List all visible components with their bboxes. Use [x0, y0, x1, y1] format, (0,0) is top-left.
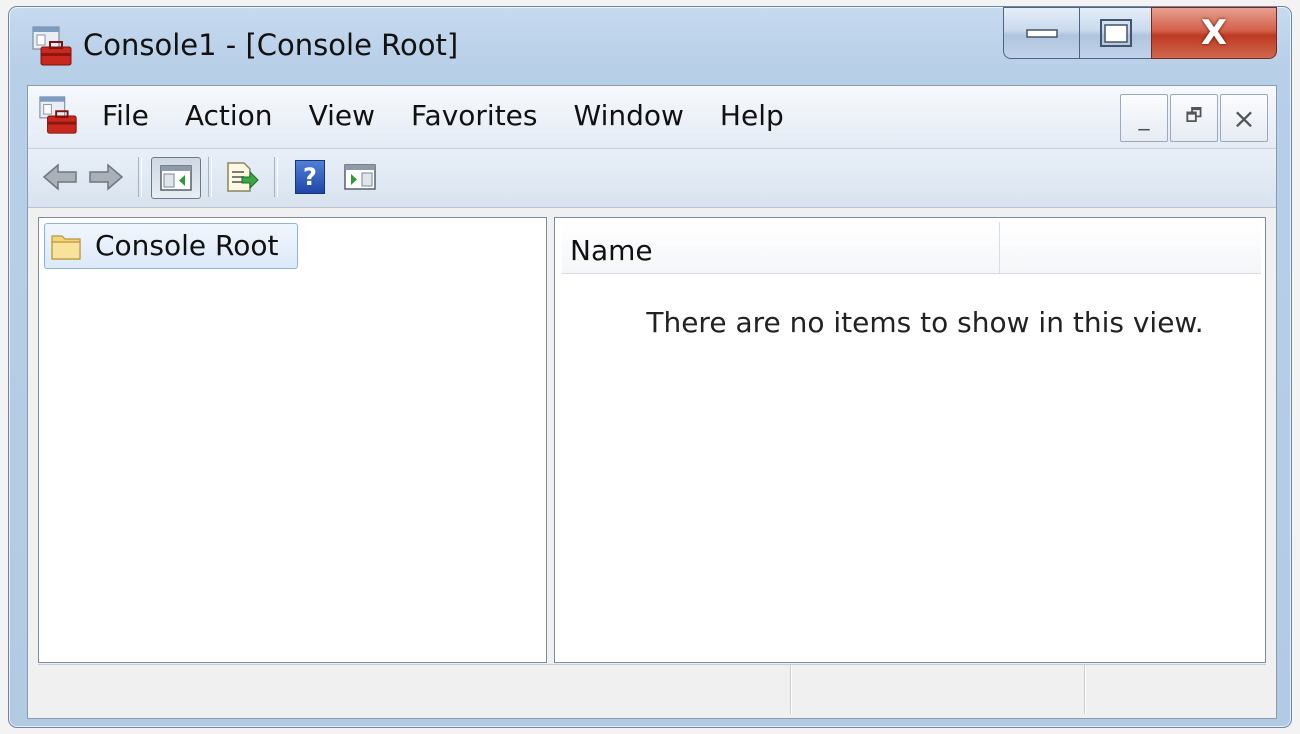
toolbar-separator: [208, 157, 212, 197]
export-list-button[interactable]: [220, 157, 264, 197]
help-icon: ?: [295, 160, 325, 194]
tree-node-label: Console Root: [95, 229, 279, 262]
toolbar-separator: [138, 157, 142, 197]
console-window: Console1 - [Console Root] X File Action …: [8, 6, 1292, 728]
menu-window[interactable]: Window: [556, 96, 702, 136]
toolbox-icon: [32, 26, 72, 66]
menu-bar: File Action View Favorites Window Help _…: [28, 86, 1276, 149]
status-separator: [1084, 665, 1086, 714]
empty-view-message: There are no items to show in this view.: [646, 306, 1204, 339]
back-arrow-icon: [42, 163, 77, 191]
status-bar: [38, 664, 1266, 716]
restore-icon: 🗗: [1185, 105, 1203, 126]
menu-action[interactable]: Action: [167, 96, 291, 136]
mdi-minimize-button[interactable]: _: [1120, 94, 1168, 142]
forward-button[interactable]: [86, 157, 126, 197]
folder-icon: [51, 235, 81, 260]
close-icon: X: [1200, 13, 1228, 53]
minimize-icon: [1025, 29, 1058, 38]
minimize-icon: _: [1138, 105, 1150, 131]
status-separator: [790, 665, 792, 714]
help-button[interactable]: ?: [290, 157, 330, 197]
maximize-icon: [1099, 19, 1132, 47]
mdi-restore-button[interactable]: 🗗: [1170, 94, 1218, 142]
close-button[interactable]: X: [1151, 7, 1277, 59]
mdi-close-button[interactable]: ×: [1220, 94, 1268, 142]
menu-favorites[interactable]: Favorites: [393, 96, 555, 136]
mdi-window-buttons: _ 🗗 ×: [1120, 94, 1268, 142]
back-button[interactable]: [40, 157, 80, 197]
toolbar-separator: [274, 157, 278, 197]
menu-view[interactable]: View: [291, 96, 393, 136]
minimize-button[interactable]: [1003, 7, 1079, 59]
title-bar[interactable]: Console1 - [Console Root] X: [9, 7, 1291, 83]
show-hide-action-pane-button[interactable]: [338, 157, 382, 197]
show-hide-console-tree-icon: [160, 165, 192, 191]
caption-buttons: X: [1003, 7, 1277, 59]
toolbox-icon[interactable]: [38, 95, 80, 137]
column-header-name[interactable]: Name: [562, 222, 1000, 274]
results-pane[interactable]: Name There are no items to show in this …: [554, 217, 1266, 663]
close-icon: ×: [1232, 101, 1256, 135]
menu-file[interactable]: File: [84, 96, 167, 136]
tree-node-console-root[interactable]: Console Root: [44, 223, 298, 269]
export-list-icon: [227, 162, 259, 192]
help-glyph: ?: [303, 163, 317, 191]
menu-help[interactable]: Help: [702, 96, 802, 136]
show-hide-console-tree-button[interactable]: [151, 157, 201, 199]
window-title: Console1 - [Console Root]: [83, 28, 459, 62]
toolbar: ?: [28, 149, 1276, 208]
forward-arrow-icon: [89, 163, 124, 191]
console-client-area: File Action View Favorites Window Help _…: [27, 85, 1277, 719]
list-header: Name: [562, 222, 1261, 274]
show-hide-action-pane-icon: [344, 164, 376, 190]
menu-items: File Action View Favorites Window Help: [84, 96, 802, 136]
maximize-button[interactable]: [1079, 7, 1151, 59]
console-tree-pane[interactable]: Console Root: [38, 217, 547, 663]
